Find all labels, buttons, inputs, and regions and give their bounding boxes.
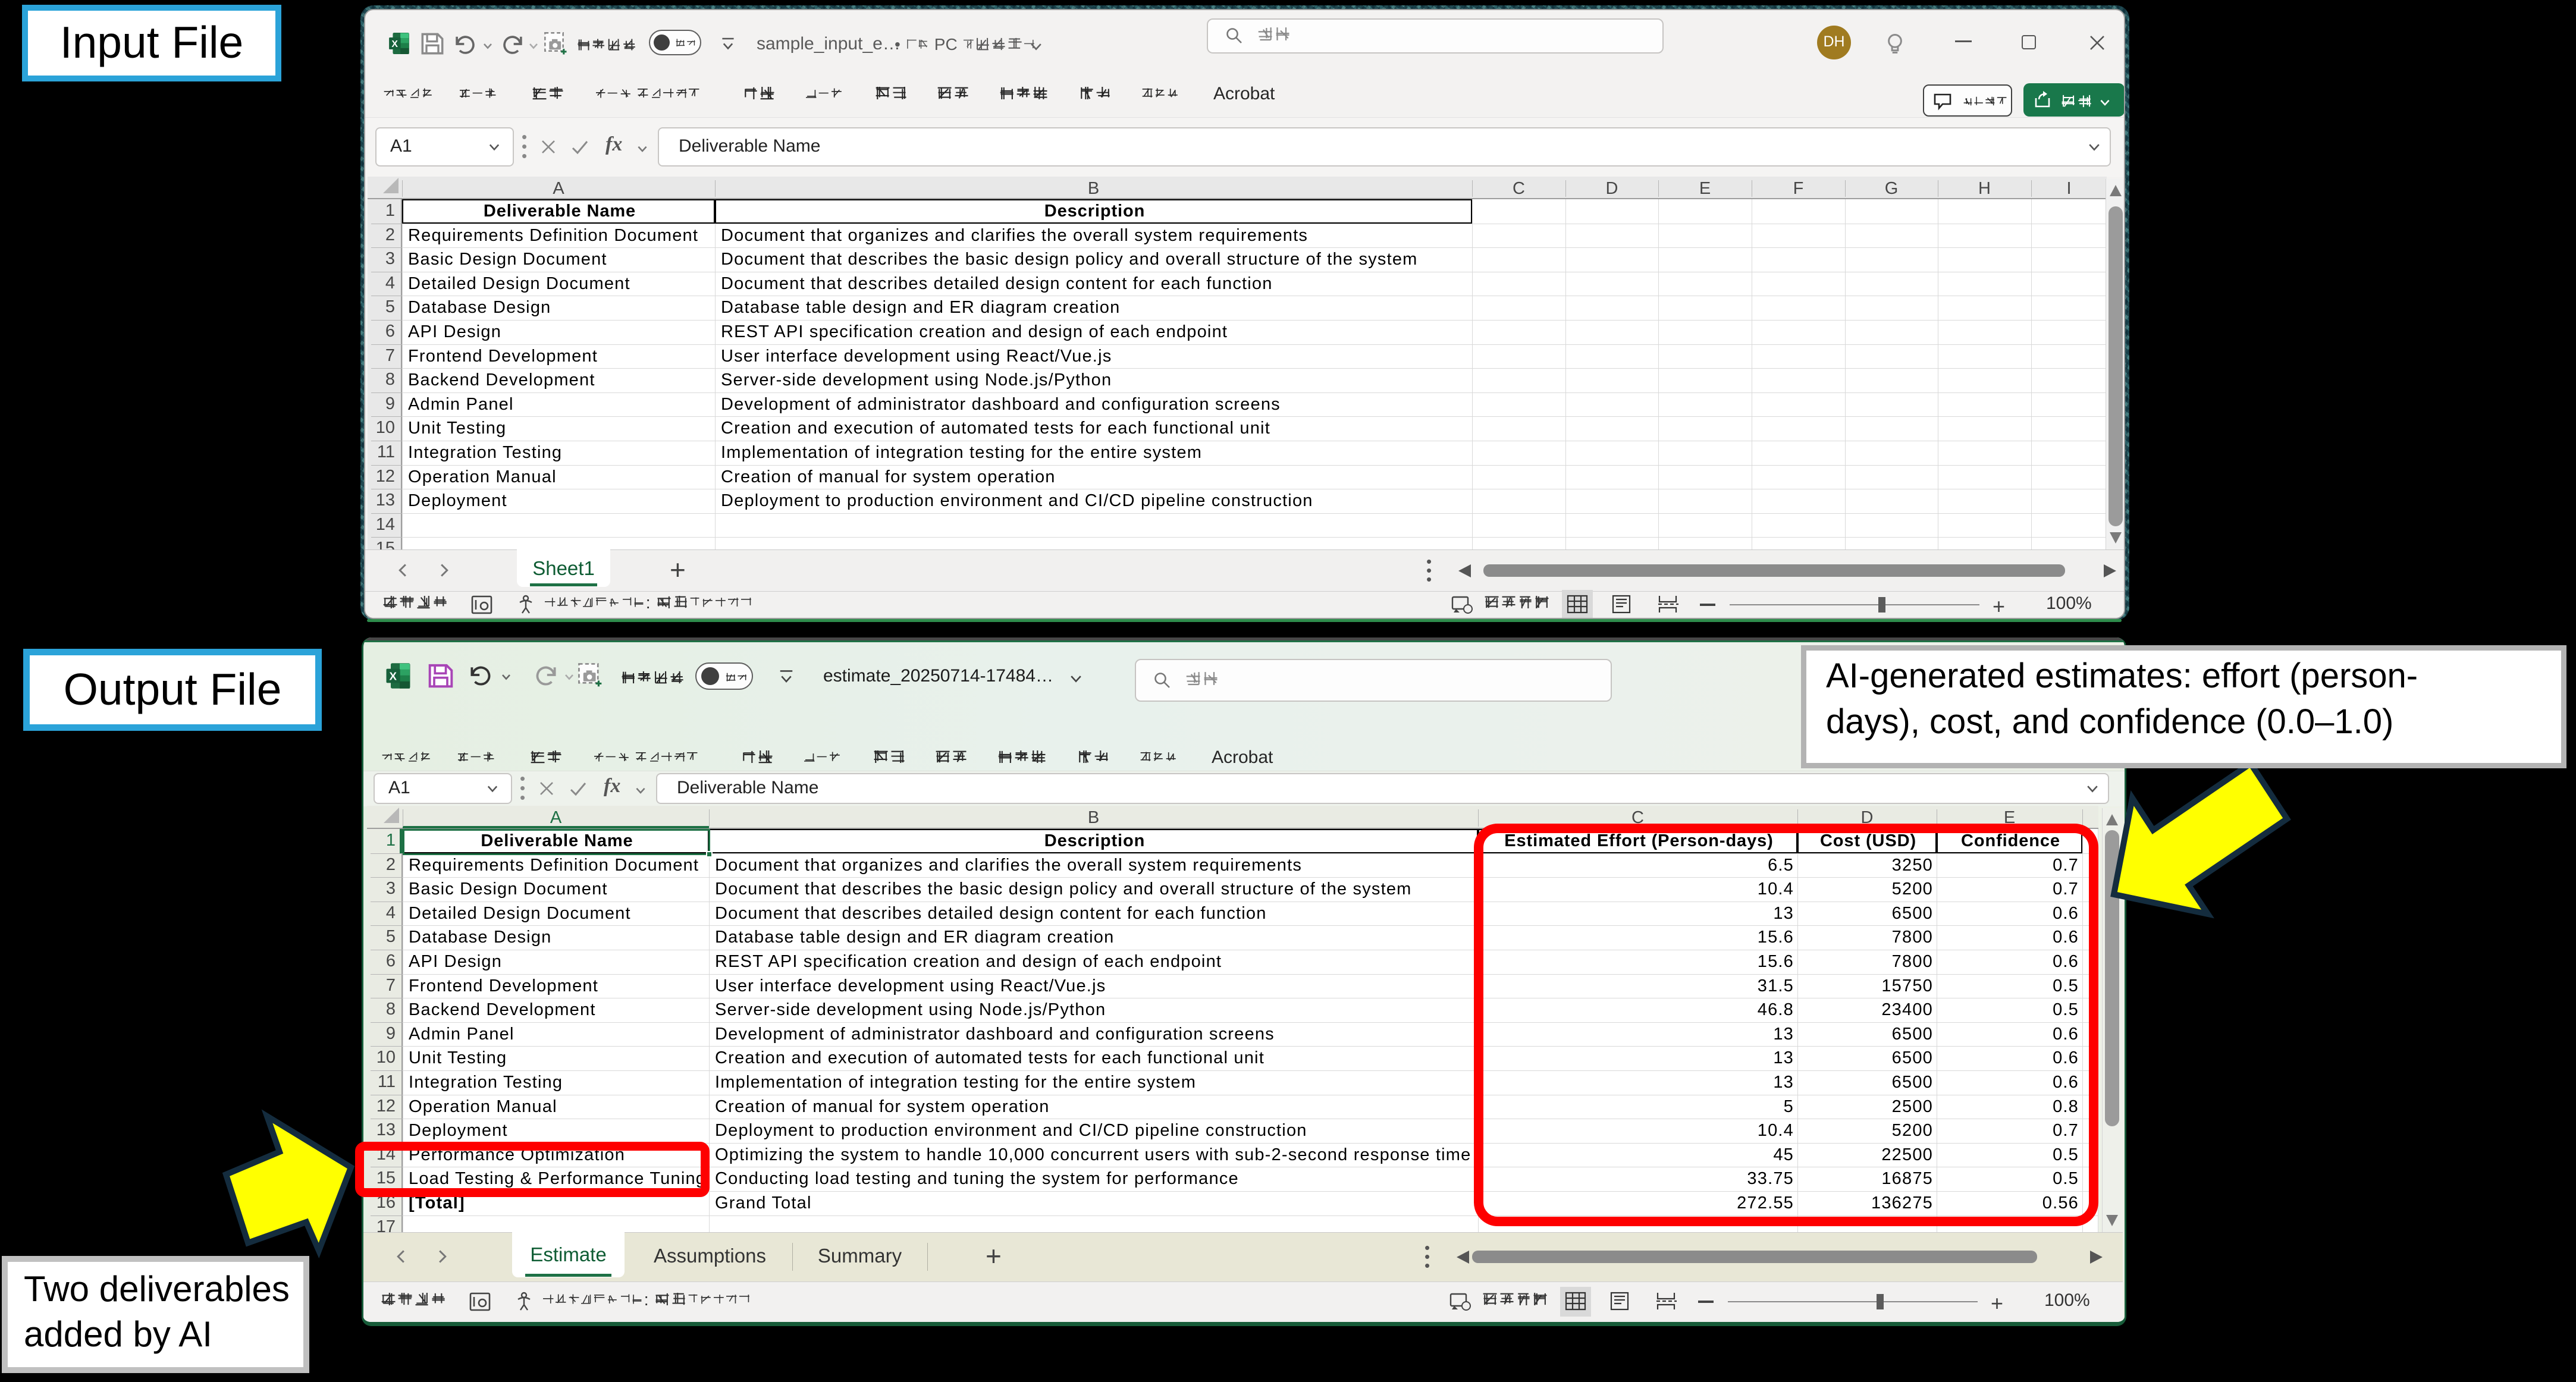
svg-text:X: X	[391, 39, 398, 49]
svg-text:X: X	[389, 670, 397, 682]
